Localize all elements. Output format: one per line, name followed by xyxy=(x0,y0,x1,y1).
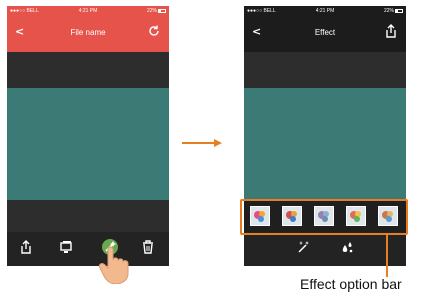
effect-bar-highlight xyxy=(240,199,408,235)
photo-viewer-screen: ●●●○○ BELL 4:21 PM 22% < File name xyxy=(7,6,169,266)
share-icon[interactable] xyxy=(19,240,33,254)
battery-level: 22% xyxy=(383,8,394,14)
magic-wand-icon[interactable] xyxy=(296,240,310,254)
battery-icon xyxy=(158,9,166,13)
photo-image xyxy=(244,88,406,200)
letterbox-top xyxy=(7,52,169,88)
bottom-toolbar xyxy=(7,232,169,266)
slideshow-icon[interactable] xyxy=(59,240,73,254)
drops-icon[interactable] xyxy=(340,240,354,254)
page-title: File name xyxy=(70,28,106,37)
nav-bar: < File name xyxy=(7,16,169,52)
share-icon[interactable] xyxy=(384,24,398,38)
status-time: 4:21 PM xyxy=(315,8,335,14)
status-time: 4:21 PM xyxy=(78,8,98,14)
tutorial-canvas: ●●●○○ BELL 4:21 PM 22% < File name ●●●○○… xyxy=(0,0,432,301)
trash-icon[interactable] xyxy=(141,240,155,254)
battery-icon xyxy=(395,9,403,13)
page-title: Effect xyxy=(314,28,336,37)
letterbox-bottom xyxy=(7,200,169,232)
nav-bar: < Effect xyxy=(244,16,406,52)
letterbox-top xyxy=(244,52,406,88)
battery-level: 22% xyxy=(146,8,157,14)
status-bar: ●●●○○ BELL 4:21 PM 22% xyxy=(7,6,169,16)
transition-arrow-icon xyxy=(182,139,222,147)
tap-hand-icon xyxy=(99,246,129,284)
bottom-toolbar xyxy=(244,232,406,266)
callout-leader-line xyxy=(386,235,388,277)
callout-label: Effect option bar xyxy=(300,276,402,292)
photo-image xyxy=(7,88,169,200)
refresh-icon[interactable] xyxy=(147,24,161,38)
status-bar: ●●●○○ BELL 4:21 PM 22% xyxy=(244,6,406,16)
